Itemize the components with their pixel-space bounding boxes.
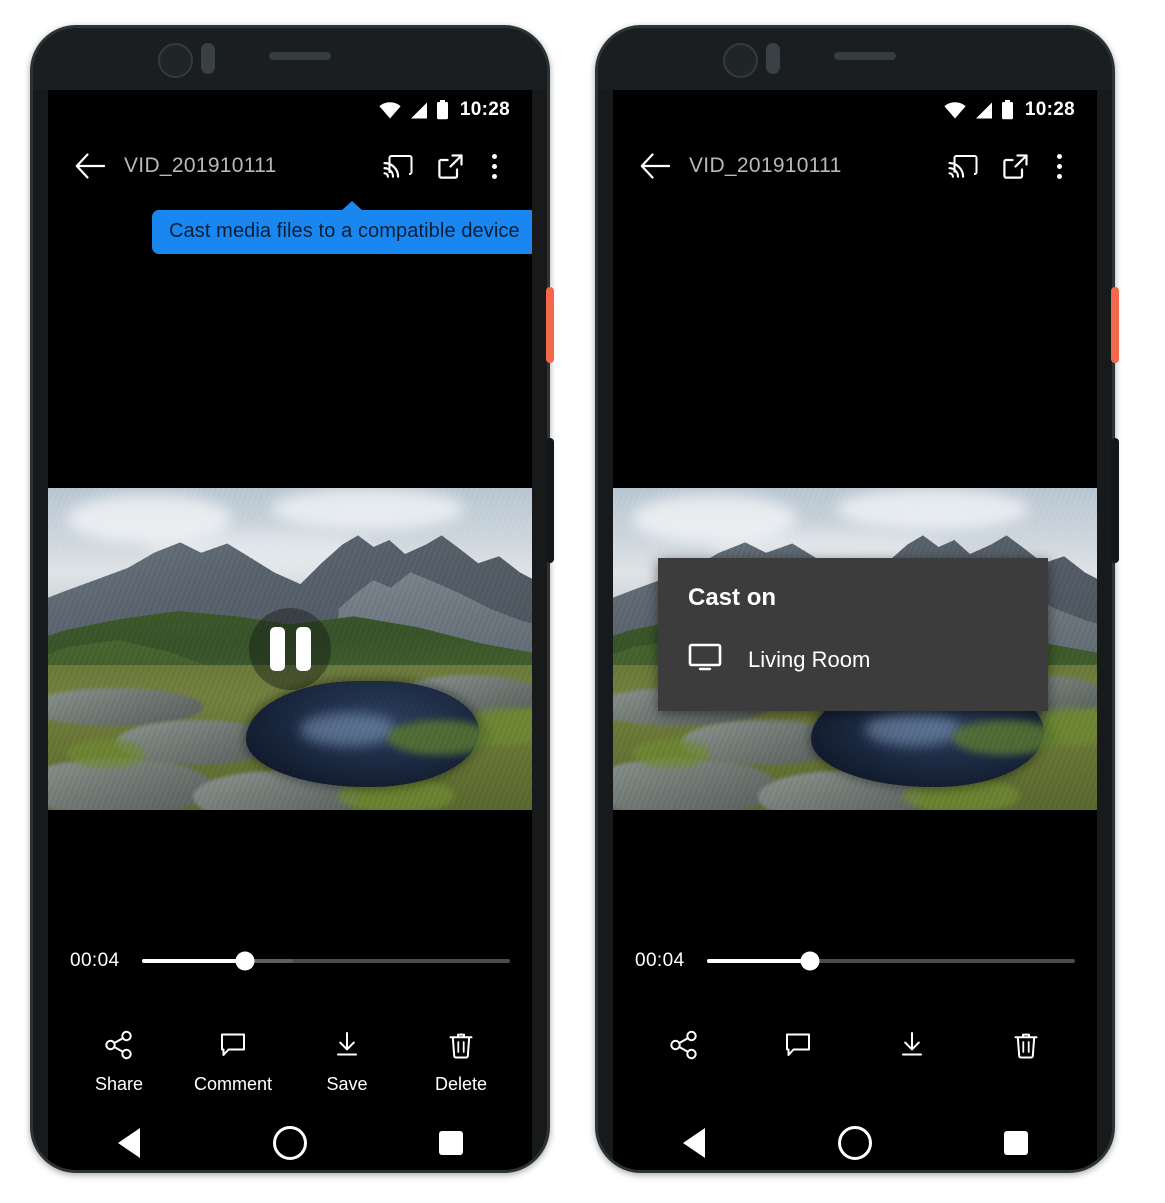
comment-button[interactable]: [751, 1030, 845, 1065]
trash-icon: [446, 1030, 476, 1065]
earpiece-speaker-icon: [834, 52, 896, 60]
download-icon: [332, 1030, 362, 1065]
wifi-icon: [944, 102, 966, 119]
phone-body: 10:28 VID_201910111: [598, 28, 1112, 1170]
seek-thumb[interactable]: [800, 952, 819, 971]
proximity-sensor-icon: [766, 43, 780, 74]
delete-button[interactable]: Delete: [414, 1030, 508, 1095]
page-title: VID_201910111: [124, 154, 372, 178]
seek-thumb[interactable]: [235, 952, 254, 971]
tv-icon: [688, 642, 722, 677]
share-icon: [104, 1030, 134, 1065]
nav-back-icon[interactable]: [89, 1120, 169, 1166]
wifi-icon: [379, 102, 401, 119]
page-title: VID_201910111: [689, 154, 937, 178]
seek-bar-row: 00:04: [48, 950, 532, 972]
cast-icon[interactable]: [372, 154, 424, 178]
share-button[interactable]: Share: [72, 1030, 166, 1095]
share-button[interactable]: [637, 1030, 731, 1065]
played-progress: [142, 959, 245, 963]
arrow-back-icon[interactable]: [68, 153, 112, 179]
cell-signal-icon: [409, 102, 428, 119]
status-bar: 10:28: [48, 90, 532, 130]
earpiece-speaker-icon: [269, 52, 331, 60]
cast-tooltip: Cast media files to a compatible device: [152, 210, 532, 254]
phone-hardware-row: [33, 28, 547, 90]
status-bar-clock: 10:28: [460, 99, 510, 121]
share-icon: [669, 1030, 699, 1065]
battery-full-icon: [1001, 100, 1014, 120]
phone-body: 10:28 VID_201910111: [33, 28, 547, 1170]
seek-bar-row: 00:04: [613, 950, 1097, 972]
phone-device-2: 10:28 VID_201910111: [595, 25, 1115, 1173]
open-in-new-icon[interactable]: [424, 153, 476, 180]
more-vert-icon[interactable]: [476, 154, 512, 179]
volume-rocker-button[interactable]: [546, 438, 554, 563]
cast-dialog: Cast on Living Room: [658, 558, 1048, 711]
status-bar: 10:28: [613, 90, 1097, 130]
comment-button[interactable]: Comment: [186, 1030, 280, 1095]
status-bar-clock: 10:28: [1025, 99, 1075, 121]
open-in-new-icon[interactable]: [989, 153, 1041, 180]
played-progress: [707, 959, 810, 963]
phone-1-screen: 10:28 VID_201910111: [48, 90, 532, 1113]
volume-rocker-button[interactable]: [1111, 438, 1119, 563]
nav-home-icon[interactable]: [250, 1120, 330, 1166]
phone-2-screen: 10:28 VID_201910111: [613, 90, 1097, 1113]
proximity-sensor-icon: [201, 43, 215, 74]
action-label: Share: [95, 1074, 143, 1095]
app-toolbar: VID_201910111: [48, 130, 532, 202]
cast-device-item[interactable]: Living Room: [658, 642, 1048, 677]
front-camera-icon: [723, 43, 758, 78]
nav-recents-icon[interactable]: [976, 1120, 1056, 1166]
trash-icon: [1011, 1030, 1041, 1065]
save-button[interactable]: Save: [300, 1030, 394, 1095]
arrow-back-icon[interactable]: [633, 153, 677, 179]
android-nav-bar: [613, 1113, 1097, 1170]
cast-icon[interactable]: [937, 154, 989, 178]
download-icon: [897, 1030, 927, 1065]
comment-icon: [218, 1030, 248, 1065]
more-vert-icon[interactable]: [1041, 154, 1077, 179]
phone-device-1: 10:28 VID_201910111: [30, 25, 550, 1173]
action-label: Save: [326, 1074, 367, 1095]
phone-hardware-row: [598, 28, 1112, 90]
delete-button[interactable]: [979, 1030, 1073, 1065]
nav-recents-icon[interactable]: [411, 1120, 491, 1166]
power-button[interactable]: [546, 287, 554, 363]
comment-icon: [783, 1030, 813, 1065]
action-label: Comment: [194, 1074, 272, 1095]
seek-slider[interactable]: [142, 959, 510, 963]
cast-device-name: Living Room: [748, 647, 870, 673]
current-time-label: 00:04: [70, 950, 120, 972]
action-label: Delete: [435, 1074, 487, 1095]
power-button[interactable]: [1111, 287, 1119, 363]
cell-signal-icon: [974, 102, 993, 119]
battery-full-icon: [436, 100, 449, 120]
action-bar: Share Comment: [48, 1030, 532, 1095]
current-time-label: 00:04: [635, 950, 685, 972]
action-bar: [613, 1030, 1097, 1065]
nav-back-icon[interactable]: [654, 1120, 734, 1166]
nav-home-icon[interactable]: [815, 1120, 895, 1166]
pause-icon[interactable]: [249, 608, 331, 690]
video-stage[interactable]: [48, 488, 532, 810]
seek-slider[interactable]: [707, 959, 1075, 963]
app-toolbar: VID_201910111: [613, 130, 1097, 202]
save-button[interactable]: [865, 1030, 959, 1065]
front-camera-icon: [158, 43, 193, 78]
cast-dialog-title: Cast on: [658, 584, 1048, 612]
android-nav-bar: [48, 1113, 532, 1170]
